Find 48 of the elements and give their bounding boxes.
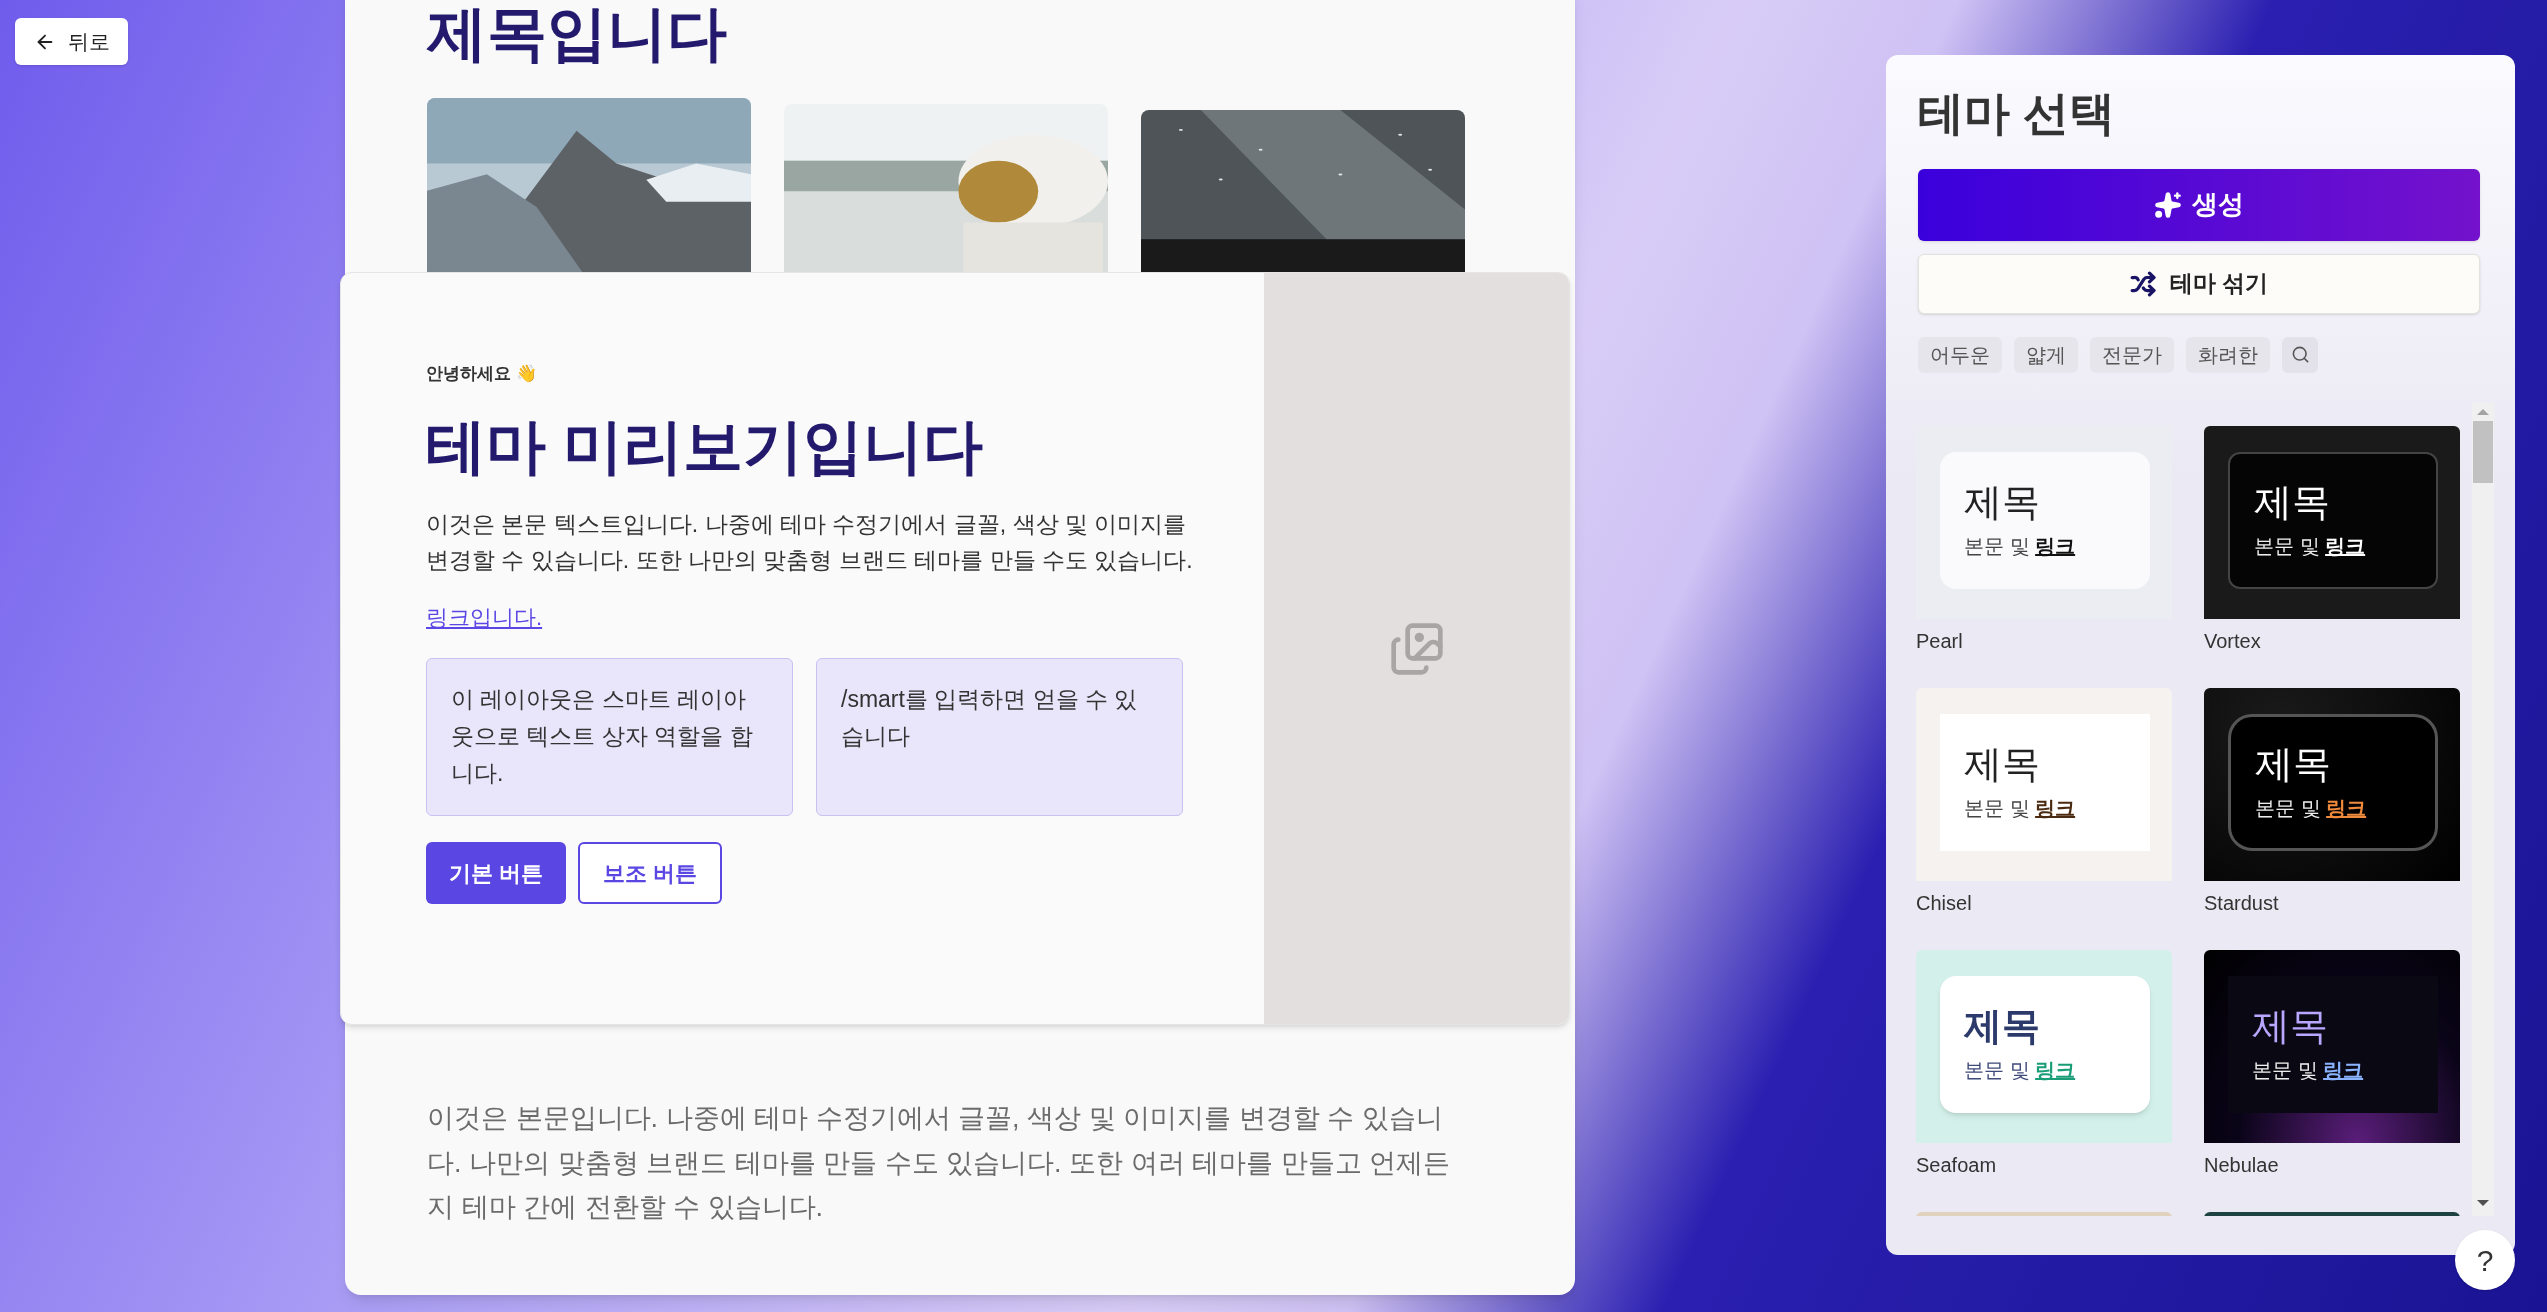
panel-title: 테마 선택: [1918, 86, 2116, 141]
sample-heading: 제목: [2255, 742, 2332, 788]
help-button[interactable]: ?: [2455, 1230, 2515, 1290]
sample-body: 본문 및 링크: [2255, 795, 2368, 821]
theme-name: Vortex: [2204, 628, 2262, 654]
filter-chip[interactable]: 얇게: [2014, 336, 2078, 373]
theme-preview[interactable]: 제목 본문 및 링크: [1916, 687, 2172, 881]
sample-body: 본문 및 링크: [1964, 533, 2077, 559]
secondary-button[interactable]: 보조 버튼: [578, 842, 723, 905]
sample-body: 본문 및 링크: [2254, 533, 2367, 559]
sample-body: 본문 및 링크: [1964, 795, 2077, 821]
greeting: 안녕하세요 👋: [426, 363, 538, 385]
sample-body: 본문 및 링크: [2252, 1057, 2365, 1083]
shuffle-button[interactable]: 테마 섞기: [1918, 253, 2480, 314]
sample-heading: 제목: [1964, 480, 2041, 526]
slide-body: 이것은 본문입니다. 나중에 테마 수정기에서 글꼴, 색상 및 이미지를 변경할 수 있습니다. 나만의 맞춤형 브랜드 테마를 만들 수도 있습니다. 또한 여러 테마를 만들고 언제든지 테마 간에 전환할 수 있습니다.: [427, 1102, 1452, 1225]
slide-title: 제목입니다: [427, 4, 728, 64]
text-box: /smart를 입력하면 얻을 수 있습니다: [816, 658, 1183, 817]
search-icon: [2290, 345, 2310, 364]
theme-name: Stardust: [2204, 890, 2280, 916]
preview-body: 이것은 본문 텍스트입니다. 나중에 테마 수정기에서 글꼴, 색상 및 이미지를 변경할 수 있습니다. 또한 나만의 맞춤형 브랜드 테마를 만들 수도 있습니다.: [426, 509, 1194, 576]
generate-button[interactable]: 생성: [1918, 168, 2480, 241]
primary-button[interactable]: 기본 버튼: [426, 842, 567, 905]
search-button[interactable]: [2282, 336, 2318, 373]
filter-chip[interactable]: 어두운: [1918, 336, 2002, 373]
sparkles-icon: [2154, 190, 2182, 219]
theme-name: Nebulae: [2204, 1152, 2280, 1178]
sample-body: 본문 및 링크: [1964, 1057, 2077, 1083]
text-box: 이 레이아웃은 스마트 레이아웃으로 텍스트 상자 역할을 합니다.: [426, 658, 793, 817]
preview-title: 테마 미리보기입니다: [426, 411, 984, 482]
shuffle-icon: [2129, 270, 2156, 297]
theme-name: Chisel: [1916, 890, 1973, 916]
sample-heading: 제목: [1964, 742, 2041, 788]
back-button[interactable]: 뒤로: [15, 18, 128, 65]
theme-name: Pearl: [1916, 628, 1964, 654]
sample-heading: 제목: [2254, 480, 2331, 526]
theme-preview[interactable]: 제목 본문 및 링크: [1916, 949, 2172, 1143]
theme-name: Seafoam: [1916, 1152, 1998, 1178]
gallery-icon: [1388, 620, 1445, 677]
theme-preview[interactable]: 제목 본문 및 링크: [2204, 687, 2460, 881]
preview-link[interactable]: 링크입니다.: [426, 601, 543, 635]
theme-preview[interactable]: 제목 본문 및 링크: [2204, 949, 2460, 1143]
filter-chip[interactable]: 전문가: [2090, 336, 2174, 373]
theme-preview[interactable]: 제목 본문 및 링크: [2204, 425, 2460, 619]
sample-heading: 제목: [2252, 1004, 2329, 1050]
scrollbar[interactable]: [2472, 402, 2494, 1216]
sample-heading: 제목: [1964, 1004, 2041, 1050]
filter-chip[interactable]: 화려한: [2186, 336, 2270, 373]
